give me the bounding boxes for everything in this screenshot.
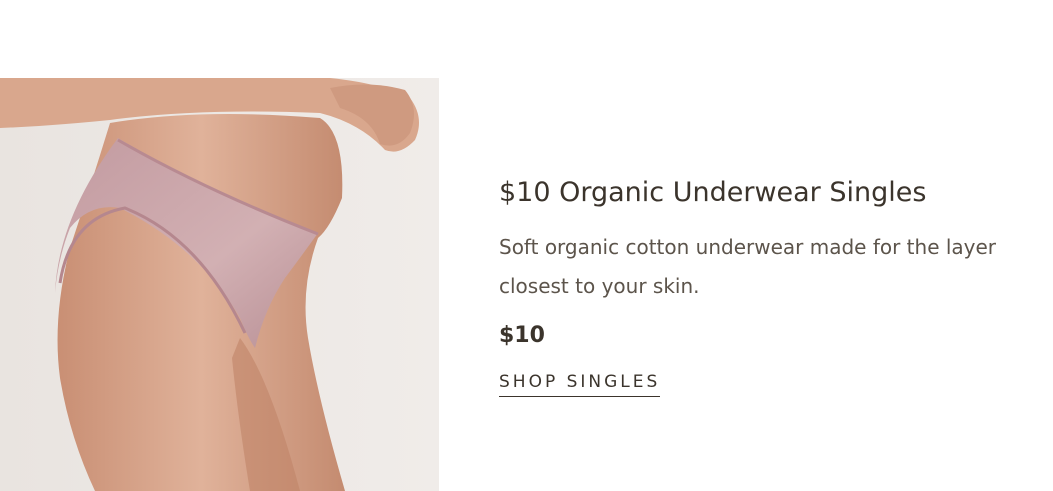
shop-singles-link[interactable]: SHOP SINGLES (499, 369, 661, 397)
product-price: $10 (499, 323, 545, 348)
product-photo (0, 78, 439, 491)
product-description: Soft organic cotton underwear made for t… (499, 235, 997, 298)
product-title: $10 Organic Underwear Singles (499, 177, 927, 208)
product-image[interactable] (0, 78, 439, 491)
